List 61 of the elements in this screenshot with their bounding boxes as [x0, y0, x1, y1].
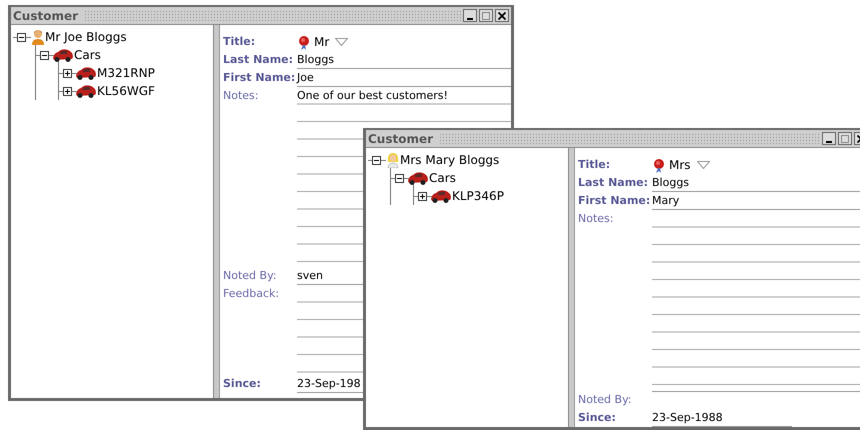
- field-label: Noted By:: [578, 392, 632, 408]
- field-label: Feedback:: [223, 286, 280, 302]
- minimize-icon: [467, 18, 473, 20]
- window-title: Customer: [13, 8, 80, 22]
- tree-item[interactable]: KL56WGF: [97, 84, 155, 98]
- tree-item[interactable]: Mr Joe Bloggs: [45, 30, 127, 44]
- title-dropdown[interactable]: Mrs: [652, 156, 710, 174]
- collapse-toggle[interactable]: [17, 32, 26, 42]
- tree-item[interactable]: Cars: [74, 48, 101, 62]
- woman-icon: [386, 152, 400, 168]
- field-label: First Name:: [578, 193, 652, 209]
- caret-icon: [696, 161, 710, 169]
- expand-toggle[interactable]: [418, 192, 427, 200]
- field-label: Title:: [223, 34, 256, 50]
- caret-icon: [335, 38, 348, 46]
- collapse-toggle[interactable]: [372, 156, 381, 164]
- title-dropdown[interactable]: Mr: [297, 33, 348, 51]
- maximize-button[interactable]: [479, 9, 493, 22]
- expand-toggle[interactable]: [63, 86, 72, 96]
- car-icon: [407, 170, 429, 186]
- field-label: Title:: [578, 157, 612, 173]
- maximize-icon: [841, 134, 849, 142]
- window-title: Customer: [368, 132, 434, 146]
- expand-toggle[interactable]: [63, 68, 72, 78]
- minimize-button[interactable]: [463, 9, 477, 22]
- car-icon: [430, 188, 452, 204]
- field-label: First Name:: [223, 70, 296, 86]
- title-grip[interactable]: [84, 10, 461, 21]
- text-field[interactable]: Joe: [297, 69, 511, 87]
- splitter-handle[interactable]: [213, 25, 220, 398]
- tree-item[interactable]: Mrs Mary Bloggs: [400, 153, 500, 167]
- close-button[interactable]: [495, 9, 509, 22]
- collapse-toggle[interactable]: [395, 174, 404, 182]
- collapse-toggle[interactable]: [40, 50, 49, 60]
- minimize-icon: [826, 140, 832, 142]
- field-label: Last Name:: [223, 52, 294, 68]
- tree-item[interactable]: Cars: [429, 171, 456, 185]
- date-field[interactable]: 23-Sep-1988: [652, 409, 792, 427]
- man-icon: [31, 29, 45, 45]
- text-field[interactable]: Mary: [652, 192, 860, 210]
- text-field[interactable]: Bloggs: [652, 174, 860, 192]
- splitter-handle[interactable]: [568, 148, 575, 427]
- car-icon: [75, 65, 97, 81]
- field-label: Since:: [578, 410, 617, 426]
- rosette-icon: [297, 34, 311, 50]
- maximize-button[interactable]: [838, 132, 852, 145]
- field-label: Last Name:: [578, 175, 650, 191]
- minimize-button[interactable]: [822, 132, 836, 145]
- rosette-icon: [652, 158, 666, 172]
- tree-item[interactable]: KLP346P: [452, 189, 504, 203]
- field-label: Notes:: [223, 88, 260, 104]
- maximize-icon: [482, 12, 490, 20]
- title-grip[interactable]: [439, 133, 820, 144]
- text-field[interactable]: Bloggs: [297, 51, 511, 69]
- car-icon: [52, 47, 74, 63]
- car-icon: [75, 83, 97, 99]
- field-label: Noted By:: [223, 268, 278, 284]
- tree-item[interactable]: M321RNP: [97, 66, 155, 80]
- close-icon: [498, 12, 506, 20]
- field-label: Since:: [223, 376, 262, 392]
- field-label: Notes:: [578, 211, 614, 227]
